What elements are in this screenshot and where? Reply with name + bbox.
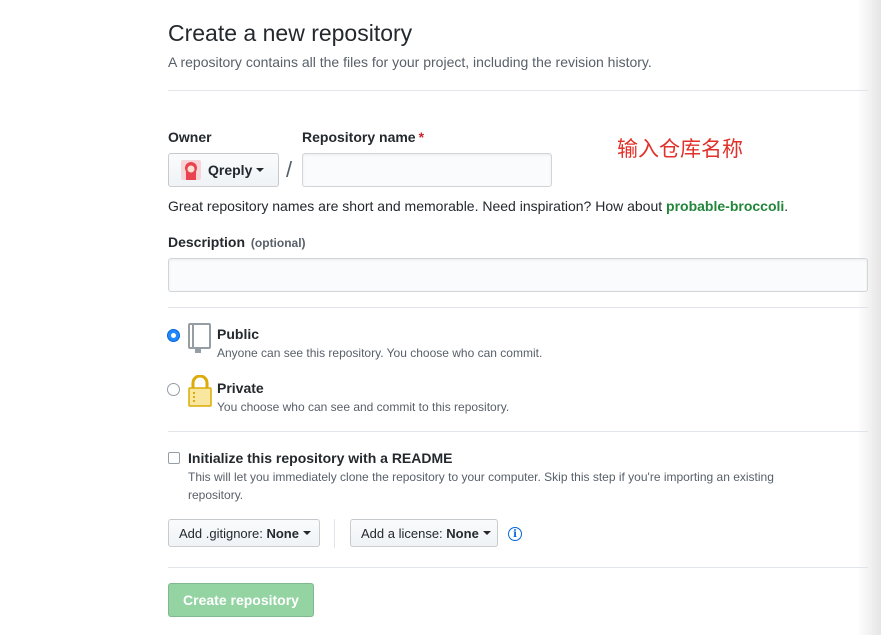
- license-value: None: [446, 525, 479, 541]
- owner-repo-separator: /: [286, 157, 293, 182]
- repo-name-input[interactable]: [302, 153, 552, 187]
- readme-label[interactable]: Initialize this repository with a README: [188, 450, 452, 466]
- license-label: Add a license:: [361, 525, 443, 541]
- divider: [168, 567, 868, 568]
- gitignore-dropdown[interactable]: Add .gitignore: None: [168, 519, 320, 547]
- chevron-down-icon: [302, 531, 311, 535]
- license-dropdown[interactable]: Add a license: None: [350, 519, 498, 547]
- readme-description-cont: repository.: [188, 488, 244, 502]
- optional-tag: (optional): [250, 236, 306, 250]
- readme-checkbox[interactable]: [168, 452, 180, 464]
- public-radio[interactable]: [167, 329, 180, 342]
- repo-book-icon: [187, 323, 213, 358]
- description-label-text: Description: [168, 234, 246, 250]
- public-description: Anyone can see this repository. You choo…: [217, 346, 543, 360]
- repo-name-hint-end: .: [784, 198, 789, 214]
- repo-name-hint: Great repository names are short and mem…: [168, 198, 788, 214]
- public-title: Public: [217, 326, 260, 342]
- chevron-down-icon: [482, 531, 491, 535]
- divider: [168, 307, 868, 308]
- lock-icon: [187, 374, 213, 412]
- name-suggestion-link[interactable]: probable-broccoli: [666, 198, 784, 214]
- vertical-divider: [334, 519, 335, 548]
- create-repository-button[interactable]: Create repository: [168, 583, 314, 617]
- chevron-down-icon: [256, 168, 265, 172]
- avatar: [181, 160, 201, 180]
- repo-name-label-text: Repository name: [302, 129, 416, 145]
- info-icon[interactable]: i: [508, 527, 522, 541]
- annotation-text: 输入仓库名称: [617, 137, 743, 161]
- private-description: You choose who can see and commit to thi…: [217, 400, 510, 414]
- owner-dropdown[interactable]: Qreply: [168, 153, 279, 187]
- window-edge-shadow: [857, 0, 881, 635]
- owner-name: Qreply: [208, 162, 253, 178]
- private-radio[interactable]: [167, 383, 180, 396]
- description-label: Description (optional): [168, 234, 306, 250]
- page-title: Create a new repository: [168, 20, 413, 46]
- repo-name-hint-text: Great repository names are short and mem…: [168, 198, 667, 214]
- divider: [168, 431, 868, 432]
- gitignore-value: None: [266, 525, 299, 541]
- repo-name-label: Repository name *: [302, 129, 424, 145]
- private-title: Private: [217, 380, 264, 396]
- divider: [168, 90, 868, 91]
- owner-label: Owner: [168, 129, 212, 145]
- readme-description: This will let you immediately clone the …: [188, 470, 774, 484]
- gitignore-label: Add .gitignore:: [179, 525, 263, 541]
- required-mark: *: [418, 129, 425, 145]
- page-subtitle: A repository contains all the files for …: [168, 54, 652, 70]
- description-input[interactable]: [168, 258, 868, 292]
